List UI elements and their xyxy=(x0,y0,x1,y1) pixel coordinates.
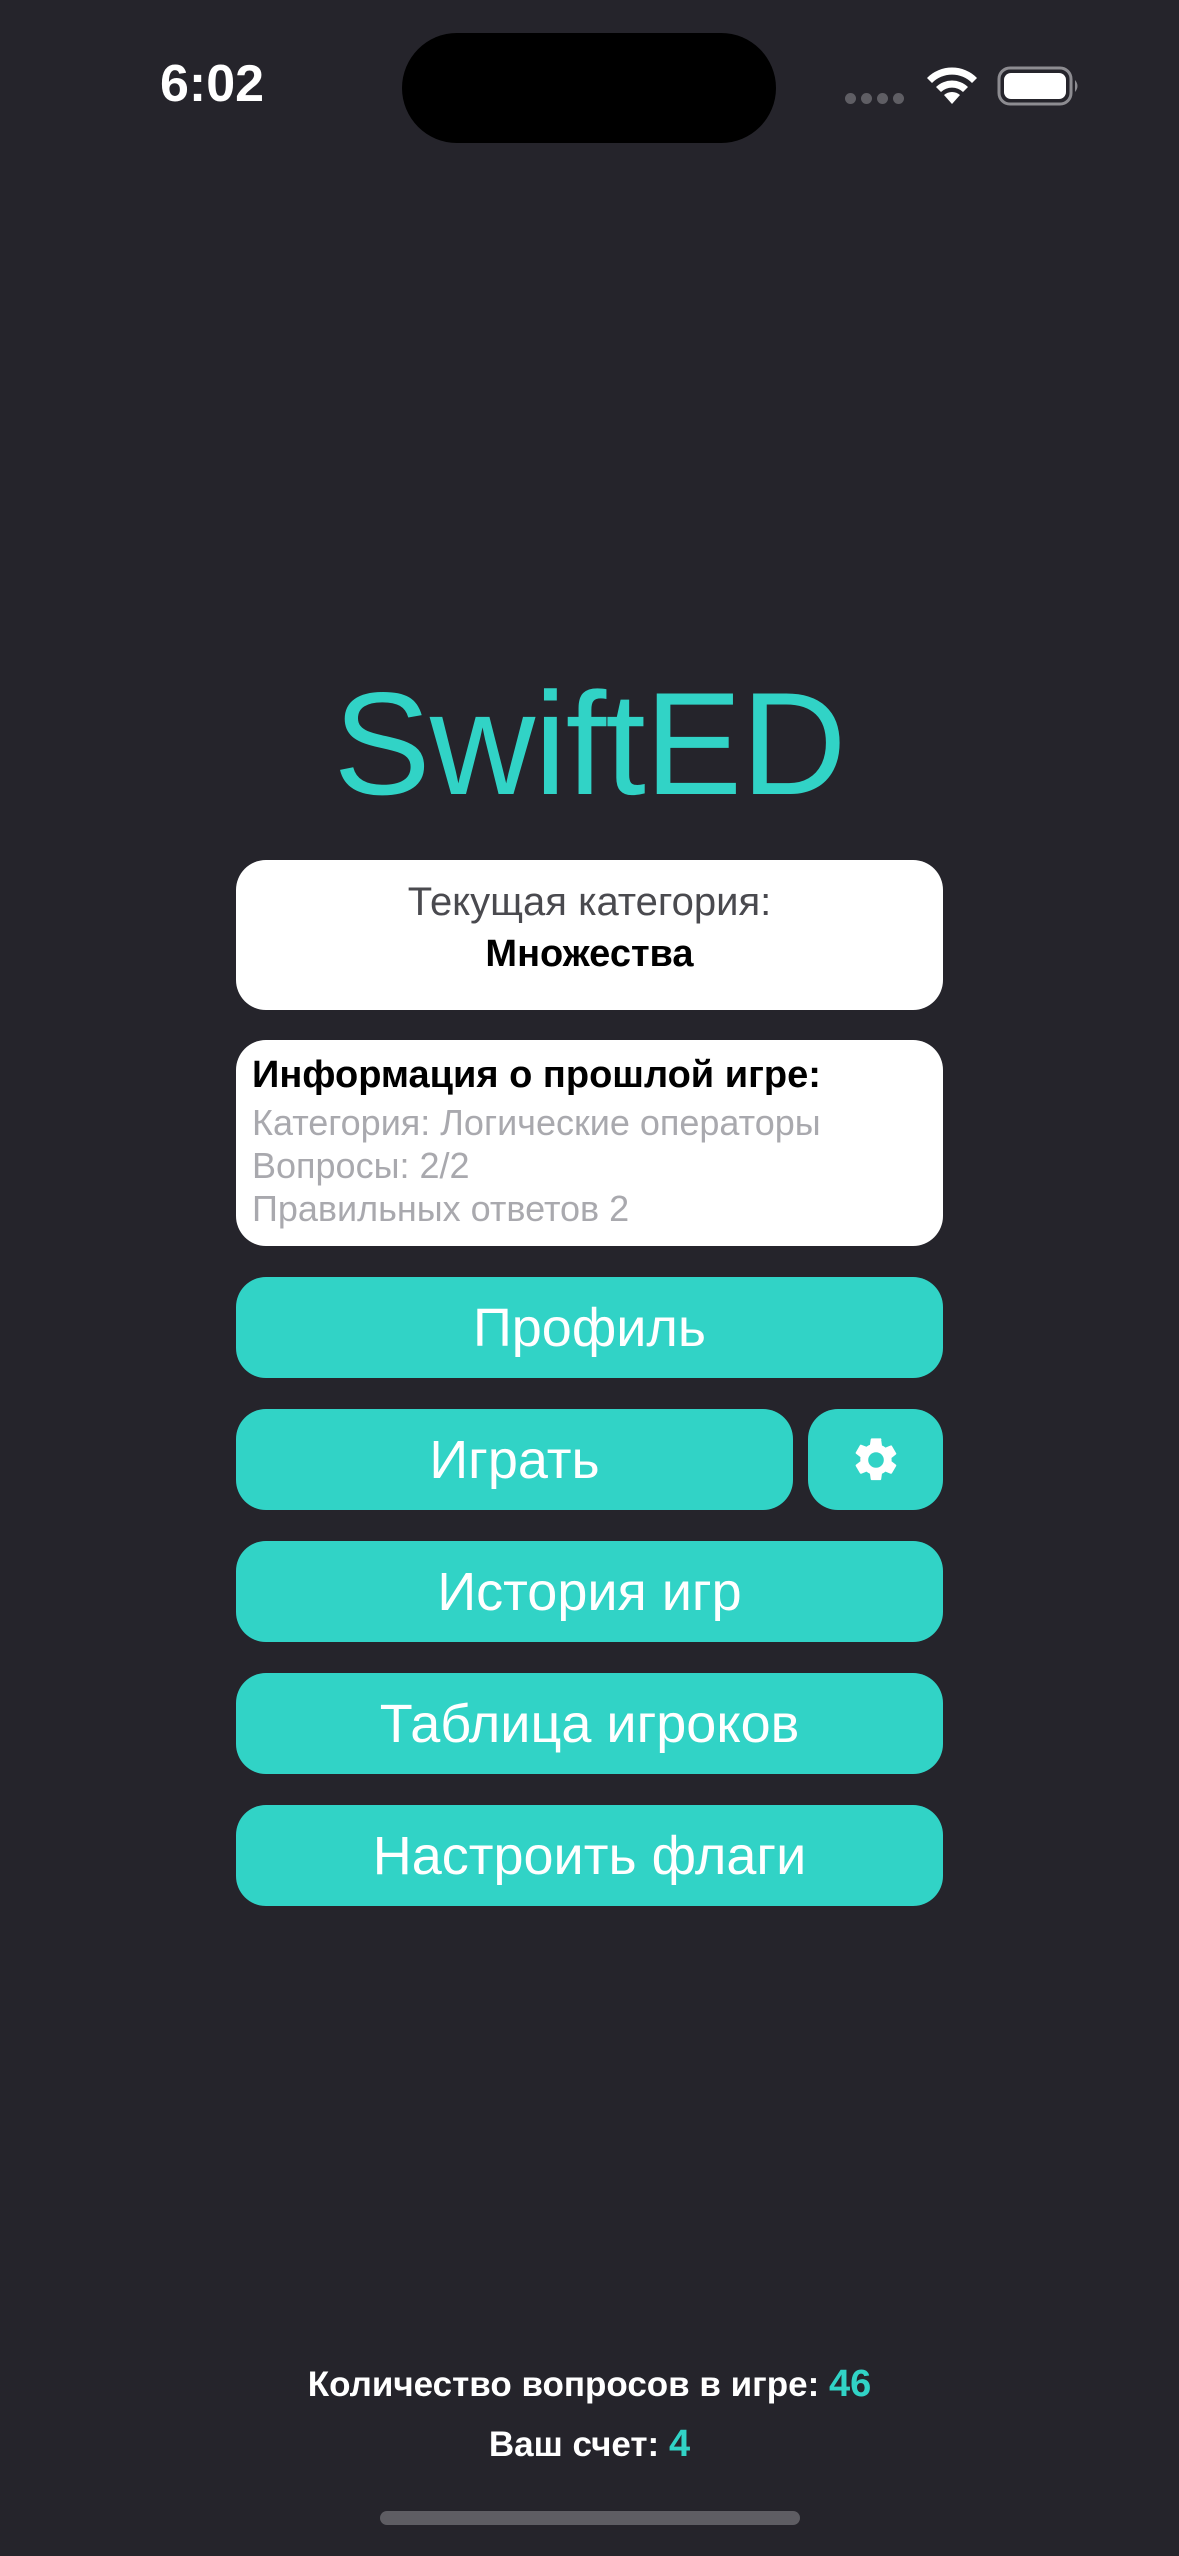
configure-flags-button[interactable]: Настроить флаги xyxy=(236,1805,943,1906)
score-line: Ваш счет: 4 xyxy=(0,2423,1179,2466)
last-game-title: Информация о прошлой игре: xyxy=(252,1054,821,1096)
score-label: Ваш счет: xyxy=(488,2425,660,2464)
status-time: 6:02 xyxy=(160,55,265,113)
play-button-label: Играть xyxy=(429,1429,600,1490)
leaderboard-button-label: Таблица игроков xyxy=(379,1693,800,1754)
last-game-category: Категория: Логические операторы xyxy=(252,1102,821,1143)
last-game-correct-answers: Правильных ответов 2 xyxy=(252,1188,630,1229)
play-button[interactable]: Играть xyxy=(236,1409,793,1510)
gear-icon xyxy=(855,1437,896,1480)
current-category-label: Текущая категория: xyxy=(407,880,772,924)
dynamic-island xyxy=(402,33,776,143)
questions-count-line: Количество вопросов в игре: 46 xyxy=(0,2363,1179,2406)
score-value: 4 xyxy=(668,2423,691,2465)
current-category-card: Текущая категория: Множества xyxy=(236,860,943,1010)
last-game-questions: Вопросы: 2/2 xyxy=(252,1145,470,1186)
profile-button-label: Профиль xyxy=(472,1297,707,1358)
last-game-info-card: Информация о прошлой игре: Категория: Ло… xyxy=(236,1040,943,1246)
home-indicator[interactable] xyxy=(380,2511,800,2525)
wifi-icon xyxy=(927,67,977,104)
questions-count-value: 46 xyxy=(828,2363,872,2405)
game-history-button[interactable]: История игр xyxy=(236,1541,943,1642)
configure-flags-button-label: Настроить флаги xyxy=(372,1825,807,1886)
cellular-signal-icon xyxy=(845,93,904,104)
game-settings-button[interactable] xyxy=(808,1409,943,1510)
battery-icon xyxy=(997,66,1078,106)
current-category-value: Множества xyxy=(485,933,694,975)
leaderboard-button[interactable]: Таблица игроков xyxy=(236,1673,943,1774)
profile-button[interactable]: Профиль xyxy=(236,1277,943,1378)
app-title: SwiftED xyxy=(333,662,846,825)
questions-count-label: Количество вопросов в игре: xyxy=(307,2365,820,2404)
game-history-button-label: История игр xyxy=(437,1561,742,1622)
